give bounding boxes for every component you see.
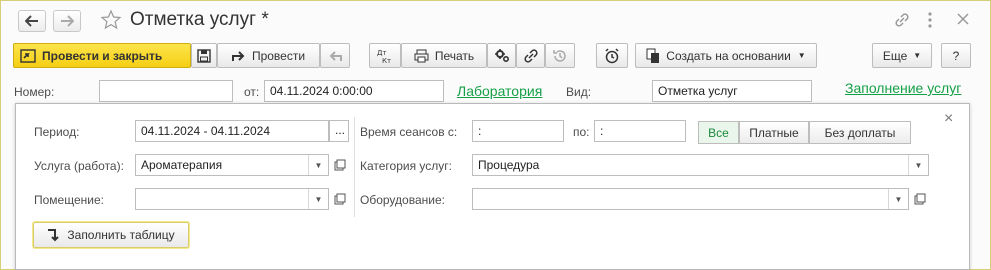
link-button[interactable]	[893, 11, 911, 32]
panel-divider	[354, 117, 355, 217]
service-label: Услуга (работа):	[34, 159, 124, 173]
open-form-icon	[334, 159, 346, 171]
session-from-value: :	[478, 124, 482, 138]
fill-down-icon	[48, 229, 60, 242]
post-label: Провести	[251, 48, 306, 63]
service-field[interactable]: Ароматерапия ▼	[135, 154, 329, 176]
more-label: Еще	[882, 48, 908, 63]
period-label: Период:	[34, 125, 80, 139]
help-label: ?	[952, 48, 960, 63]
period-field[interactable]: 04.11.2024 - 04.11.2024	[135, 120, 329, 142]
svg-text:Кт: Кт	[382, 57, 391, 64]
save-button[interactable]	[191, 43, 217, 68]
alarm-clock-icon	[605, 47, 619, 63]
date-label: от:	[244, 85, 260, 99]
menu-button[interactable]	[926, 11, 934, 32]
chain-icon	[523, 48, 538, 63]
category-field[interactable]: Процедура ▼	[472, 154, 929, 176]
session-time-label: Время сеансов с:	[360, 125, 458, 139]
kind-label: Вид:	[566, 85, 592, 99]
period-value: 04.11.2024 - 04.11.2024	[141, 124, 270, 138]
save-icon	[197, 48, 211, 63]
settings-button[interactable]	[487, 43, 516, 68]
post-and-close-button[interactable]: Провести и закрыть	[13, 43, 191, 68]
chevron-down-icon[interactable]: ▼	[308, 155, 328, 175]
category-label: Категория услуг:	[360, 159, 453, 173]
session-to-label: по:	[573, 125, 590, 139]
chevron-down-icon: ▼	[797, 51, 806, 60]
more-button[interactable]: Еще ▼	[872, 43, 932, 68]
undo-post-button[interactable]	[320, 43, 350, 68]
dt-kt-button[interactable]: Дт Кт	[369, 43, 401, 68]
undo-icon	[329, 50, 342, 61]
reminder-button[interactable]	[596, 43, 628, 68]
star-icon	[100, 9, 122, 30]
close-icon	[957, 13, 969, 25]
filter-all-button[interactable]: Все	[698, 121, 739, 144]
filter-no-surcharge-button[interactable]: Без доплаты	[809, 121, 911, 144]
help-button[interactable]: ?	[941, 43, 971, 68]
open-form-icon	[334, 193, 346, 205]
print-label: Печать	[434, 48, 475, 63]
printer-icon	[414, 49, 429, 62]
print-button[interactable]: Печать	[401, 43, 487, 68]
post-icon	[231, 50, 245, 61]
link-icon	[895, 13, 909, 27]
room-open-button[interactable]	[329, 188, 351, 210]
post-button[interactable]: Провести	[217, 43, 320, 68]
filter-paid-button[interactable]: Платные	[739, 121, 809, 144]
close-window-button[interactable]	[956, 12, 970, 29]
equipment-field[interactable]: ▼	[472, 188, 909, 210]
fill-services-link[interactable]: Заполнение услуг	[845, 80, 961, 96]
debit-credit-icon: ДтКт	[377, 49, 391, 64]
create-based-on-label: Создать на основании	[666, 48, 791, 63]
kind-field[interactable]: Отметка услуг	[652, 80, 812, 102]
chevron-down-icon: ▼	[913, 51, 922, 60]
svg-text:Дт: Дт	[377, 49, 387, 57]
period-select-label: ...	[335, 123, 346, 137]
create-based-on-button[interactable]: Создать на основании ▼	[635, 43, 817, 68]
service-value: Ароматерапия	[141, 158, 223, 172]
forward-button[interactable]	[53, 10, 81, 32]
page-title: Отметка услуг *	[130, 9, 269, 30]
number-field[interactable]	[99, 80, 233, 102]
service-open-button[interactable]	[329, 154, 351, 176]
open-form-icon	[914, 193, 926, 205]
room-field[interactable]: ▼	[135, 188, 329, 210]
laboratory-link[interactable]: Лаборатория	[457, 83, 542, 99]
favorite-button[interactable]	[100, 9, 122, 34]
post-close-icon	[20, 48, 36, 63]
session-from-field[interactable]: :	[472, 120, 564, 142]
fill-table-label: Заполнить таблицу	[67, 228, 175, 242]
kind-value: Отметка услуг	[658, 84, 738, 98]
history-button[interactable]	[545, 43, 575, 68]
session-to-field[interactable]: :	[594, 120, 686, 142]
arrow-left-icon	[25, 15, 38, 27]
date-value: 04.11.2024 0:00:00	[270, 84, 373, 98]
post-and-close-label: Провести и закрыть	[42, 48, 163, 63]
chevron-down-icon[interactable]: ▼	[308, 189, 328, 209]
date-field[interactable]: 04.11.2024 0:00:00	[264, 80, 444, 102]
fill-table-button[interactable]: Заполнить таблицу	[33, 222, 189, 248]
period-select-button[interactable]: ...	[329, 120, 349, 142]
category-value: Процедура	[478, 158, 540, 172]
gears-icon	[494, 48, 509, 62]
more-vertical-icon	[928, 12, 932, 28]
documents-icon	[646, 48, 660, 63]
equipment-open-button[interactable]	[909, 188, 931, 210]
chevron-down-icon[interactable]: ▼	[888, 189, 908, 209]
chevron-down-icon[interactable]: ▼	[908, 155, 928, 175]
back-button[interactable]	[18, 10, 46, 32]
session-to-value: :	[600, 124, 604, 138]
panel-close-icon[interactable]: ×	[944, 110, 953, 128]
related-links-button[interactable]	[516, 43, 545, 68]
history-icon	[553, 49, 566, 62]
arrow-right-icon	[61, 15, 74, 27]
number-label: Номер:	[14, 85, 55, 99]
equipment-label: Оборудование:	[360, 193, 445, 207]
room-label: Помещение:	[34, 193, 104, 207]
